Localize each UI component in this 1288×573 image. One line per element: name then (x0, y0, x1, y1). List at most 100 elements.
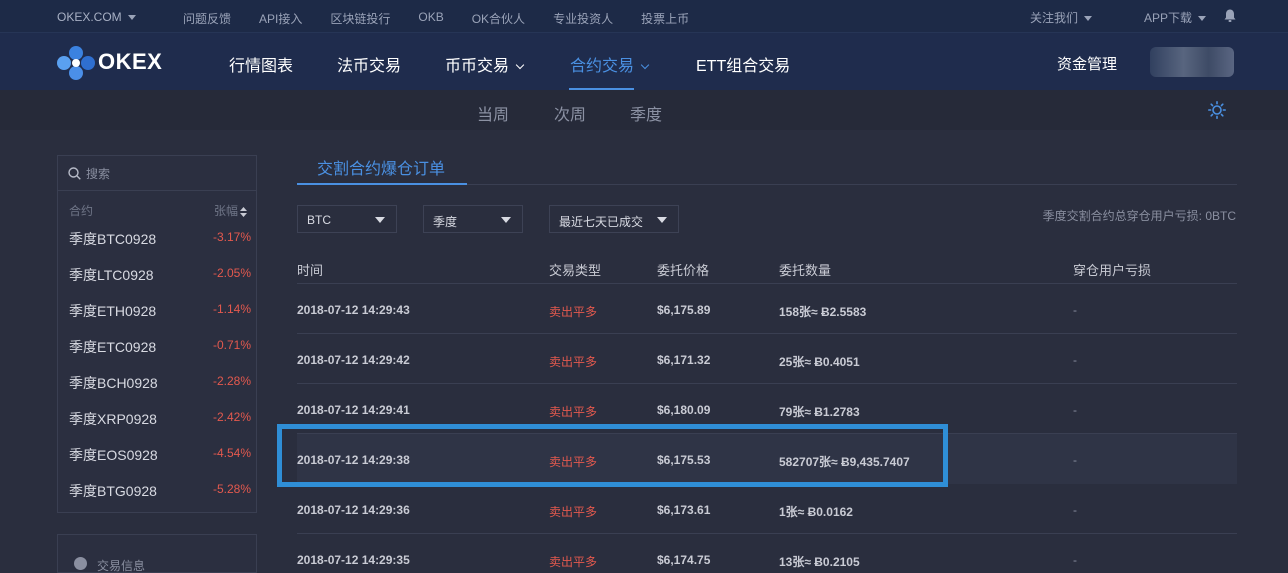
nav-spot-trading[interactable]: 币币交易 (445, 52, 525, 76)
cell-type: 卖出平多 (549, 305, 598, 319)
cell-type: 卖出平多 (549, 355, 598, 369)
cell-time: 2018-07-12 14:29:41 (297, 403, 410, 417)
period-select[interactable]: 季度 (423, 205, 523, 233)
link-api[interactable]: API接入 (259, 10, 302, 27)
coin-select-value: BTC (307, 213, 331, 227)
cell-loss: - (1073, 553, 1077, 567)
logo-text[interactable]: OKEX (98, 49, 162, 75)
link-pro-investor[interactable]: 专业投资人 (553, 10, 613, 27)
app-download-menu[interactable]: APP下载 (1118, 9, 1206, 26)
cell-qty: 79张≈ Ƀ1.2783 (779, 405, 860, 419)
cell-price: $6,171.32 (657, 353, 711, 367)
sidebar-item-bch[interactable]: 季度BCH0928 -2.28% (69, 373, 251, 409)
cell-loss: - (1073, 503, 1077, 517)
header-order-price: 委托价格 (657, 263, 710, 278)
chevron-down-icon (657, 217, 667, 223)
tab-liquidation-orders[interactable]: 交割合约爆仓订单 (317, 155, 445, 179)
table-row: 2018-07-12 14:29:36 卖出平多 $6,173.61 1张≈ Ƀ… (297, 484, 1237, 534)
nav-ett-trading[interactable]: ETT组合交易 (696, 52, 790, 76)
period-next-week[interactable]: 次周 (554, 101, 586, 125)
period-this-week[interactable]: 当周 (477, 101, 509, 125)
chevron-down-icon (375, 217, 385, 223)
period-bar: 当周 次周 季度 (0, 90, 1288, 130)
chevron-down-icon (501, 217, 511, 223)
time-range-select[interactable]: 最近七天已成交 (549, 205, 679, 233)
cell-price: $6,180.09 (657, 403, 711, 417)
contract-name: 季度BTG0928 (69, 483, 157, 499)
sidebar-item-btc[interactable]: 季度BTC0928 -3.17% (69, 229, 251, 265)
cell-qty: 158张≈ Ƀ2.5583 (779, 305, 867, 319)
search-box (58, 156, 256, 191)
total-loss-summary: 季度交割合约总穿仓用户亏损: 0BTC (1042, 209, 1236, 223)
okex-logo-icon[interactable] (56, 45, 96, 81)
header-trade-type: 交易类型 (549, 263, 602, 278)
nav-spot-label: 币币交易 (445, 58, 510, 75)
top-utility-bar: OKEX.COM 问题反馈 API接入 区块链投行 OKB OK合伙人 专业投资… (0, 0, 1288, 32)
table-row: 2018-07-12 14:29:42 卖出平多 $6,171.32 25张≈ … (297, 334, 1237, 384)
nav-fiat-trading[interactable]: 法币交易 (337, 52, 401, 76)
col-contract-header: 合约 (69, 204, 94, 218)
nav-futures-trading[interactable]: 合约交易 (570, 52, 650, 76)
chevron-down-icon (1198, 16, 1206, 22)
contract-change: -3.17% (212, 230, 251, 244)
site-domain-link[interactable]: OKEX.COM (57, 10, 136, 24)
cell-type: 卖出平多 (549, 505, 598, 519)
user-account-blurred[interactable] (1150, 47, 1234, 77)
contract-name: 季度EOS0928 (69, 447, 158, 463)
sidebar-item-ltc[interactable]: 季度LTC0928 -2.05% (69, 265, 251, 301)
link-feedback[interactable]: 问题反馈 (183, 10, 231, 27)
link-blockchain-bank[interactable]: 区块链投行 (330, 10, 390, 27)
contract-name: 季度ETH0928 (69, 303, 157, 319)
cell-price: $6,173.61 (657, 503, 711, 517)
contract-name: 季度XRP0928 (69, 411, 157, 427)
time-range-select-value: 最近七天已成交 (559, 215, 644, 229)
cell-time: 2018-07-12 14:29:36 (297, 503, 410, 517)
follow-us-menu[interactable]: 关注我们 (1004, 9, 1092, 26)
header-time: 时间 (297, 263, 324, 278)
coin-select[interactable]: BTC (297, 205, 397, 233)
trade-info-label: 交易信息 (97, 559, 146, 573)
col-change-header[interactable]: 张幅 (214, 202, 247, 219)
contract-name: 季度BCH0928 (69, 375, 158, 391)
cell-loss: - (1073, 303, 1077, 317)
contract-change: -0.71% (212, 338, 251, 352)
sidebar-item-btg[interactable]: 季度BTG0928 -5.28% (69, 481, 251, 517)
sidebar-item-eth[interactable]: 季度ETH0928 -1.14% (69, 301, 251, 337)
contract-change: -5.28% (212, 482, 251, 496)
link-partner[interactable]: OK合伙人 (472, 10, 525, 27)
contract-change: -4.54% (212, 446, 251, 460)
col-change-label: 张幅 (213, 204, 238, 218)
cell-price: $6,175.89 (657, 303, 711, 317)
sun-theme-icon[interactable] (1208, 101, 1226, 119)
sidebar-item-xrp[interactable]: 季度XRP0928 -2.42% (69, 409, 251, 445)
contract-change: -1.14% (212, 302, 251, 316)
utility-right: 关注我们 APP下载 (978, 9, 1206, 26)
cell-price: $6,174.75 (657, 553, 711, 567)
trade-info-panel[interactable]: 交易信息 (57, 534, 257, 573)
contract-change: -2.42% (212, 410, 251, 424)
chevron-down-icon (127, 15, 136, 21)
sidebar-item-eos[interactable]: 季度EOS0928 -4.54% (69, 445, 251, 481)
bell-icon[interactable] (1224, 9, 1236, 22)
search-input[interactable] (86, 164, 246, 184)
chevron-down-icon (515, 60, 525, 70)
contract-name: 季度ETC0928 (69, 339, 157, 355)
cell-type: 卖出平多 (549, 405, 598, 419)
link-okb[interactable]: OKB (418, 10, 443, 27)
header-user-loss: 穿仓用户亏损 (1073, 263, 1152, 278)
nav-fund-management[interactable]: 资金管理 (1057, 53, 1117, 74)
utility-links: 问题反馈 API接入 区块链投行 OKB OK合伙人 专业投资人 投票上币 (183, 10, 717, 27)
cell-type: 卖出平多 (549, 555, 598, 569)
cell-loss: - (1073, 353, 1077, 367)
table-row: 2018-07-12 14:29:35 卖出平多 $6,174.75 13张≈ … (297, 534, 1237, 573)
sidebar-item-etc[interactable]: 季度ETC0928 -0.71% (69, 337, 251, 373)
follow-us-label: 关注我们 (1029, 11, 1078, 25)
annotation-highlight-box (277, 424, 948, 487)
sort-icon (240, 206, 247, 217)
cell-loss: - (1073, 403, 1077, 417)
search-icon (68, 167, 81, 180)
nav-market-chart[interactable]: 行情图表 (229, 52, 293, 76)
period-quarter[interactable]: 季度 (630, 101, 662, 125)
link-vote-listing[interactable]: 投票上币 (641, 10, 689, 27)
chevron-down-icon (640, 60, 650, 70)
